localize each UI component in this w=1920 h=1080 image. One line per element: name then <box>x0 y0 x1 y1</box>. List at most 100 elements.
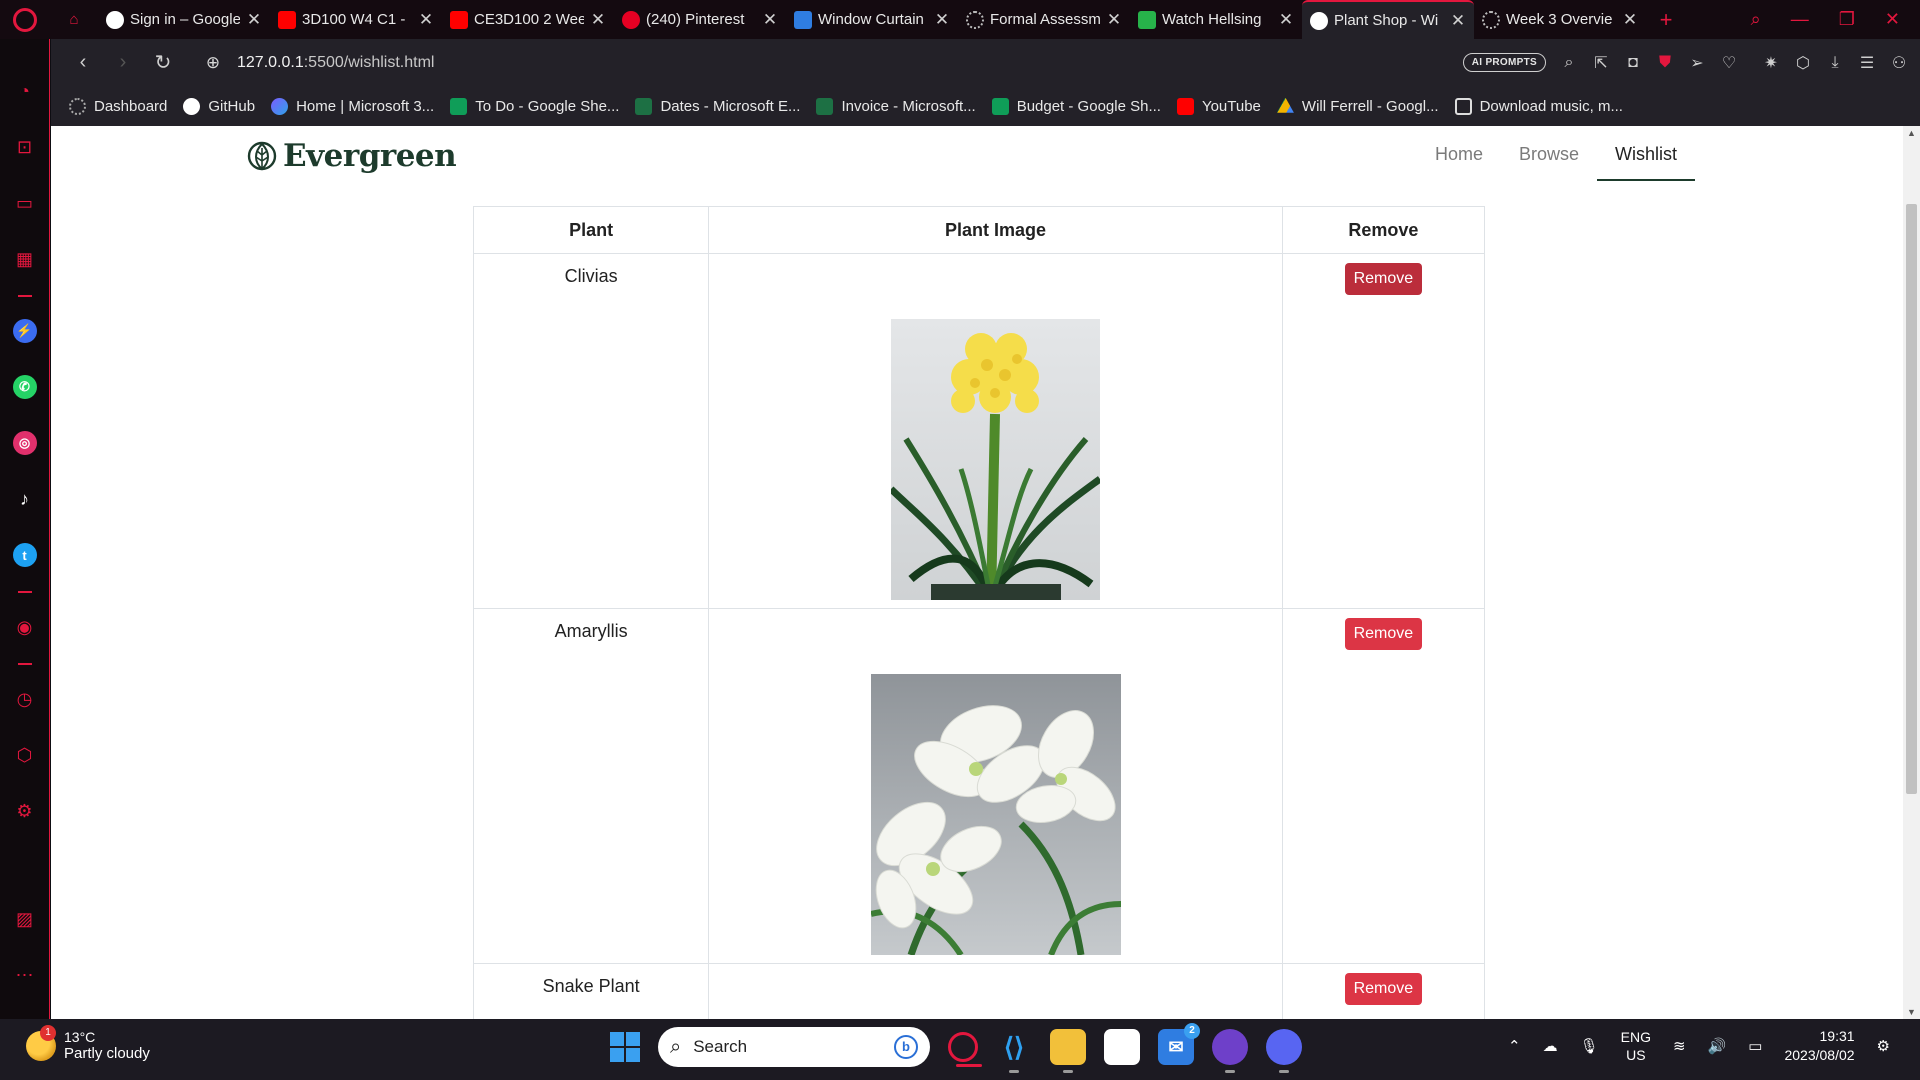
bookmark-dates-excel[interactable]: Dates - Microsoft E... <box>635 97 800 115</box>
bookmark-download-music[interactable]: Download music, m... <box>1454 97 1623 115</box>
taskbar-search[interactable]: ⌕ Search b <box>658 1027 930 1067</box>
discord-icon[interactable] <box>1266 1029 1302 1073</box>
notifications-icon[interactable]: ⚙ <box>1877 1037 1890 1055</box>
site-logo[interactable]: Evergreen <box>247 138 457 174</box>
mail-icon[interactable]: ✉ 2 <box>1158 1023 1200 1065</box>
easy-setup-icon[interactable]: ☰ <box>1858 53 1876 73</box>
microphone-icon[interactable]: 🎙 <box>1580 1037 1599 1055</box>
search-page-icon[interactable]: ⌕ <box>1560 54 1578 72</box>
browser-tab[interactable]: 3D100 W4 C1 - ✕ <box>270 0 442 39</box>
scrollbar-thumb[interactable] <box>1906 204 1917 794</box>
remove-button[interactable]: Remove <box>1344 973 1423 1005</box>
gallery-icon[interactable]: ▨ <box>13 907 37 931</box>
bookmark-youtube[interactable]: YouTube <box>1176 97 1261 115</box>
tab-title: Sign in – Google <box>130 11 240 28</box>
vpn-icon[interactable]: ✷ <box>1762 53 1780 73</box>
whatsapp-icon[interactable]: ✆ <box>12 375 37 399</box>
player-icon[interactable]: ◉ <box>13 615 37 639</box>
messenger-icon[interactable]: ⚡ <box>12 319 37 343</box>
history-icon[interactable]: ◷ <box>13 687 37 711</box>
volume-icon[interactable]: 🔊 <box>1708 1037 1727 1055</box>
close-tab-icon[interactable]: ✕ <box>934 10 950 30</box>
browser-tab[interactable]: Window Curtain ✕ <box>786 0 958 39</box>
twitch-icon[interactable]: ▭ <box>13 191 37 215</box>
browser-tab[interactable]: (240) Pinterest ✕ <box>614 0 786 39</box>
show-hidden-icons-icon[interactable]: ⌃ <box>1508 1037 1521 1055</box>
gamepad-icon[interactable]: ⌂ <box>50 0 98 39</box>
tiktok-icon[interactable]: ♪ <box>13 487 37 511</box>
browser-tab[interactable]: CE3D100 2 Wee ✕ <box>442 0 614 39</box>
back-arrow-icon[interactable]: ‹ <box>63 51 103 74</box>
bookmark-microsoft[interactable]: Home | Microsoft 3... <box>271 97 434 115</box>
battery-icon[interactable]: ▭ <box>1748 1037 1762 1055</box>
forward-arrow-icon[interactable]: › <box>103 51 143 74</box>
nav-home[interactable]: Home <box>1417 136 1501 181</box>
browser-tab[interactable]: Formal Assessm ✕ <box>958 0 1130 39</box>
bookmark-invoice-excel[interactable]: Invoice - Microsoft... <box>816 97 976 115</box>
profile-icon[interactable]: ⚇ <box>1890 53 1908 73</box>
camera-icon[interactable]: ◘ <box>1624 54 1642 72</box>
ai-prompts-button[interactable]: AI PROMPTS <box>1462 53 1546 72</box>
shopping-bag-icon[interactable]: ⊡ <box>13 135 37 159</box>
nav-browse[interactable]: Browse <box>1501 136 1597 181</box>
wishlist-table: Plant Plant Image Remove Clivias Remove … <box>472 206 1486 1019</box>
download-icon[interactable]: ⤓ <box>1826 54 1844 72</box>
bookmark-dashboard[interactable]: Dashboard <box>69 97 167 115</box>
extensions-cube-icon[interactable]: ⬡ <box>13 743 37 767</box>
scroll-up-icon[interactable]: ▲ <box>1907 128 1916 138</box>
instagram-icon[interactable]: ◎ <box>12 431 37 455</box>
send-icon[interactable]: ➢ <box>1688 53 1706 73</box>
extensions-icon[interactable]: ⬡ <box>1794 53 1812 73</box>
url-field[interactable]: 127.0.0.1:5500/wishlist.html <box>237 54 434 72</box>
more-dots-icon[interactable]: ⋯ <box>13 963 37 987</box>
clock[interactable]: 19:31 2023/08/02 <box>1784 1027 1854 1065</box>
close-tab-icon[interactable]: ✕ <box>1450 11 1466 31</box>
search-tabs-icon[interactable]: ⌕ <box>1751 9 1761 30</box>
settings-gear-icon[interactable]: ⚙ <box>13 799 37 823</box>
opera-menu-icon[interactable] <box>0 0 50 39</box>
weather-widget[interactable]: 1 13°C Partly cloudy <box>26 1024 150 1062</box>
microsoft-store-icon[interactable] <box>1104 1029 1140 1065</box>
onedrive-cloud-icon[interactable]: ☁ <box>1543 1037 1558 1055</box>
close-tab-icon[interactable]: ✕ <box>1106 10 1122 30</box>
twitter-icon[interactable]: t <box>12 543 37 567</box>
scroll-down-icon[interactable]: ▼ <box>1907 1007 1916 1017</box>
site-info-globe-icon[interactable]: ⊕ <box>197 53 229 73</box>
close-tab-icon[interactable]: ✕ <box>762 10 778 30</box>
bookmark-budget-sheet[interactable]: Budget - Google Sh... <box>991 97 1161 115</box>
remove-button[interactable]: Remove <box>1344 263 1423 295</box>
cpu-icon[interactable]: ▦ <box>13 247 37 271</box>
close-tab-icon[interactable]: ✕ <box>246 10 262 30</box>
heart-icon[interactable]: ♡ <box>1720 53 1738 73</box>
browser-tab[interactable]: Watch Hellsing ✕ <box>1130 0 1302 39</box>
wifi-icon[interactable]: ≋ <box>1673 1037 1686 1055</box>
browser-tab[interactable]: Week 3 Overvie ✕ <box>1474 0 1646 39</box>
bookmark-google-drive[interactable]: Will Ferrell - Googl... <box>1276 97 1439 115</box>
new-tab-icon[interactable]: + <box>1646 7 1686 33</box>
ad-blocker-shield-icon[interactable]: ⛊ <box>1656 54 1674 72</box>
page-scrollbar[interactable]: ▲ ▼ <box>1903 126 1920 1019</box>
bookmark-github[interactable]: GitHub <box>183 97 255 115</box>
vscode-taskbar-icon[interactable]: ⟨⟩ <box>996 1029 1032 1073</box>
remove-button[interactable]: Remove <box>1344 618 1423 650</box>
bing-icon[interactable]: b <box>894 1035 918 1059</box>
nav-wishlist[interactable]: Wishlist <box>1597 136 1695 181</box>
close-tab-icon[interactable]: ✕ <box>1622 10 1638 30</box>
close-window-icon[interactable]: ✕ <box>1885 9 1900 30</box>
restore-icon[interactable]: ❐ <box>1839 9 1855 30</box>
share-icon[interactable]: ⇱ <box>1592 53 1610 73</box>
windows-start-icon[interactable] <box>610 1032 640 1062</box>
language-indicator[interactable]: ENG US <box>1621 1028 1651 1064</box>
close-tab-icon[interactable]: ✕ <box>418 10 434 30</box>
file-explorer-icon[interactable] <box>1050 1029 1086 1073</box>
browser-tab-active[interactable]: Plant Shop - Wi ✕ <box>1302 0 1474 39</box>
browser-tab[interactable]: Sign in – Google ✕ <box>98 0 270 39</box>
github-desktop-icon[interactable] <box>1212 1029 1248 1073</box>
bookmark-todo-sheet[interactable]: To Do - Google She... <box>450 97 619 115</box>
reload-icon[interactable]: ↻ <box>143 50 183 75</box>
close-tab-icon[interactable]: ✕ <box>590 10 606 30</box>
close-tab-icon[interactable]: ✕ <box>1278 10 1294 30</box>
opera-taskbar-icon[interactable] <box>948 1032 982 1067</box>
minimize-icon[interactable]: — <box>1791 9 1809 30</box>
speed-dial-icon[interactable]: ◔ <box>13 79 37 103</box>
